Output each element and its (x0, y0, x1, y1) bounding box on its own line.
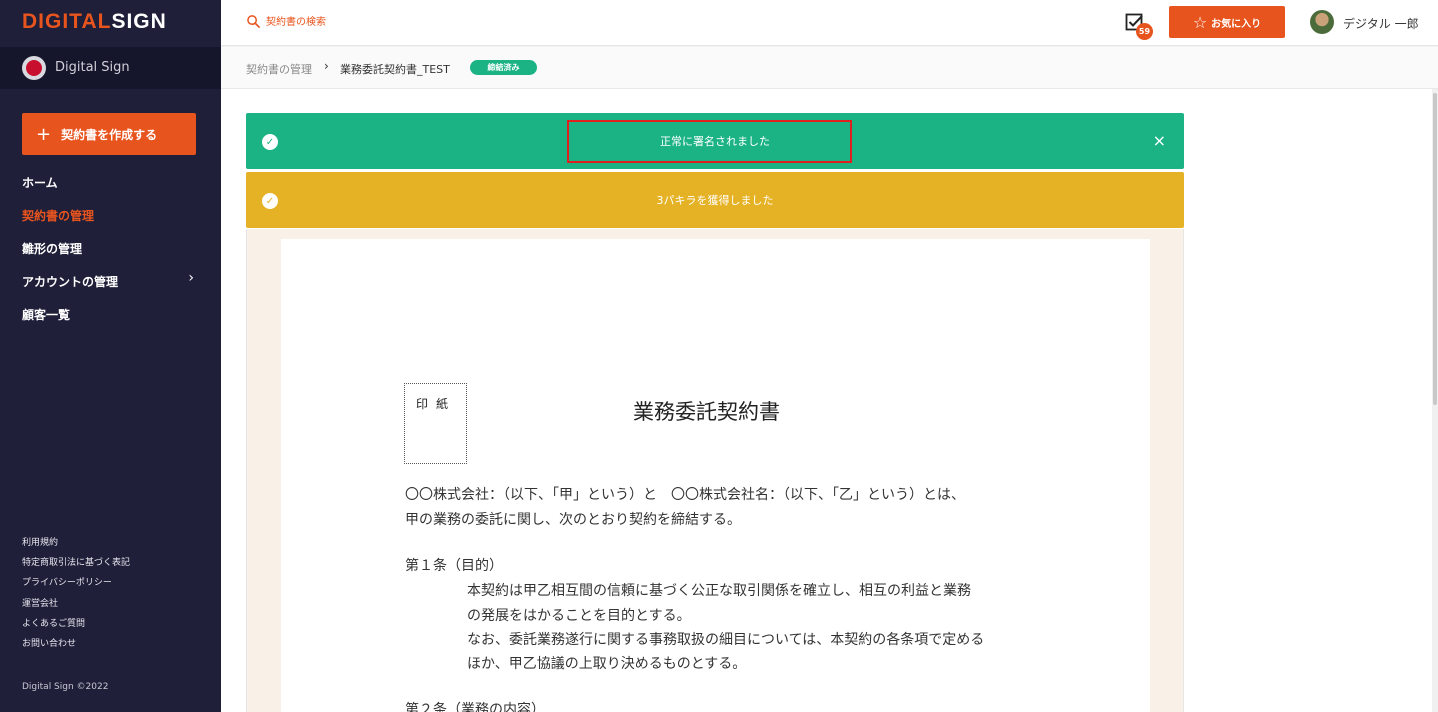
highlight-annotation-box (567, 120, 852, 163)
favorites-button[interactable]: ☆ お気に入り (1169, 6, 1285, 38)
footer-link-privacy[interactable]: プライバシーポリシー (22, 575, 112, 588)
sidebar-item-customers[interactable]: 顧客一覧 (22, 306, 196, 323)
sidebar-item-account[interactable]: アカウントの管理 › (22, 270, 196, 290)
sidebar: DIGITALSIGN Digital Sign + 契約書を作成する ホーム … (0, 0, 221, 712)
article-text-line: 本契約は甲乙相互間の信頼に基づく公正な取引関係を確立し、相互の利益と業務 (467, 583, 971, 599)
breadcrumb-root-link[interactable]: 契約書の管理 (246, 61, 312, 77)
reward-alert: ✓ 3パキラを獲得しました (246, 172, 1184, 228)
favorites-label: お気に入り (1211, 18, 1262, 30)
breadcrumb-separator-icon: › (324, 59, 329, 73)
close-icon[interactable]: × (1153, 131, 1166, 150)
success-alert: ✓ 正常に署名されました × (246, 113, 1184, 169)
reward-alert-message: 3パキラを獲得しました (656, 194, 774, 207)
document-title: 業務委託契約書 (633, 400, 780, 424)
brand-emblem-icon (22, 56, 46, 80)
document-intro-line: 〇〇株式会社：（以下、「甲」という）と 〇〇株式会社名：（以下、「乙」という）と… (405, 487, 965, 503)
task-count-badge: 59 (1136, 23, 1153, 40)
check-circle-icon: ✓ (262, 134, 278, 150)
sidebar-item-home[interactable]: ホーム (22, 174, 196, 191)
check-circle-icon: ✓ (262, 193, 278, 209)
sidebar-item-account-label: アカウントの管理 (22, 275, 119, 289)
footer-link-faq[interactable]: よくあるご質問 (22, 616, 85, 629)
article-heading: 第１条（目的） (405, 558, 503, 574)
copyright: Digital Sign ©2022 (22, 682, 109, 692)
sidebar-item-templates[interactable]: 雛形の管理 (22, 240, 196, 257)
breadcrumb-current: 業務委託契約書_TEST (340, 63, 450, 76)
app-logo[interactable]: DIGITALSIGN (22, 10, 167, 34)
brand-bar: Digital Sign (0, 47, 221, 89)
contract-search-input[interactable] (266, 13, 466, 31)
footer-link-commerce-act[interactable]: 特定商取引法に基づく表記 (22, 555, 130, 568)
article-heading: 第２条（業務の内容） (405, 702, 545, 712)
sidebar-item-contracts[interactable]: 契約書の管理 (22, 207, 196, 224)
revenue-stamp-box: 印紙 (404, 383, 467, 464)
scrollbar-thumb[interactable] (1433, 93, 1437, 405)
document-intro-line: 甲の業務の委託に関し、次のとおり契約を締結する。 (405, 512, 741, 528)
article-text-line: の発展をはかることを目的とする。 (467, 608, 691, 624)
chevron-right-icon: › (188, 270, 194, 286)
document-viewer[interactable]: 印紙 業務委託契約書 〇〇株式会社：（以下、「甲」という）と 〇〇株式会社名：（… (246, 229, 1184, 712)
create-contract-button[interactable]: + 契約書を作成する (22, 113, 196, 155)
document-page: 印紙 業務委託契約書 〇〇株式会社：（以下、「甲」という）と 〇〇株式会社名：（… (281, 239, 1150, 712)
stamp-label: 印紙 (416, 397, 457, 411)
article-text-line: ほか、甲乙協議の上取り決めるものとする。 (467, 656, 747, 672)
main-content: ✓ 正常に署名されました × ✓ 3パキラを獲得しました 印紙 業務委託契約書 … (221, 89, 1438, 712)
footer-link-contact[interactable]: お問い合わせ (22, 636, 76, 649)
footer-link-terms[interactable]: 利用規約 (22, 535, 58, 548)
status-badge: 締結済み (470, 60, 537, 75)
search-icon[interactable] (247, 15, 260, 28)
user-name[interactable]: デジタル 一郎 (1343, 15, 1419, 32)
plus-icon: + (36, 123, 52, 145)
brand-name: Digital Sign (55, 60, 130, 75)
star-icon: ☆ (1192, 12, 1208, 32)
article-text-line: なお、委託業務遂行に関する事務取扱の細目については、本契約の各条項で定める (467, 632, 985, 648)
footer-link-company[interactable]: 運営会社 (22, 596, 58, 609)
create-contract-label: 契約書を作成する (61, 127, 158, 142)
breadcrumb: 契約書の管理 › 業務委託契約書_TEST 締結済み (221, 47, 1438, 89)
avatar[interactable] (1310, 10, 1334, 34)
top-header: 59 ☆ お気に入り デジタル 一郎 (221, 0, 1438, 46)
